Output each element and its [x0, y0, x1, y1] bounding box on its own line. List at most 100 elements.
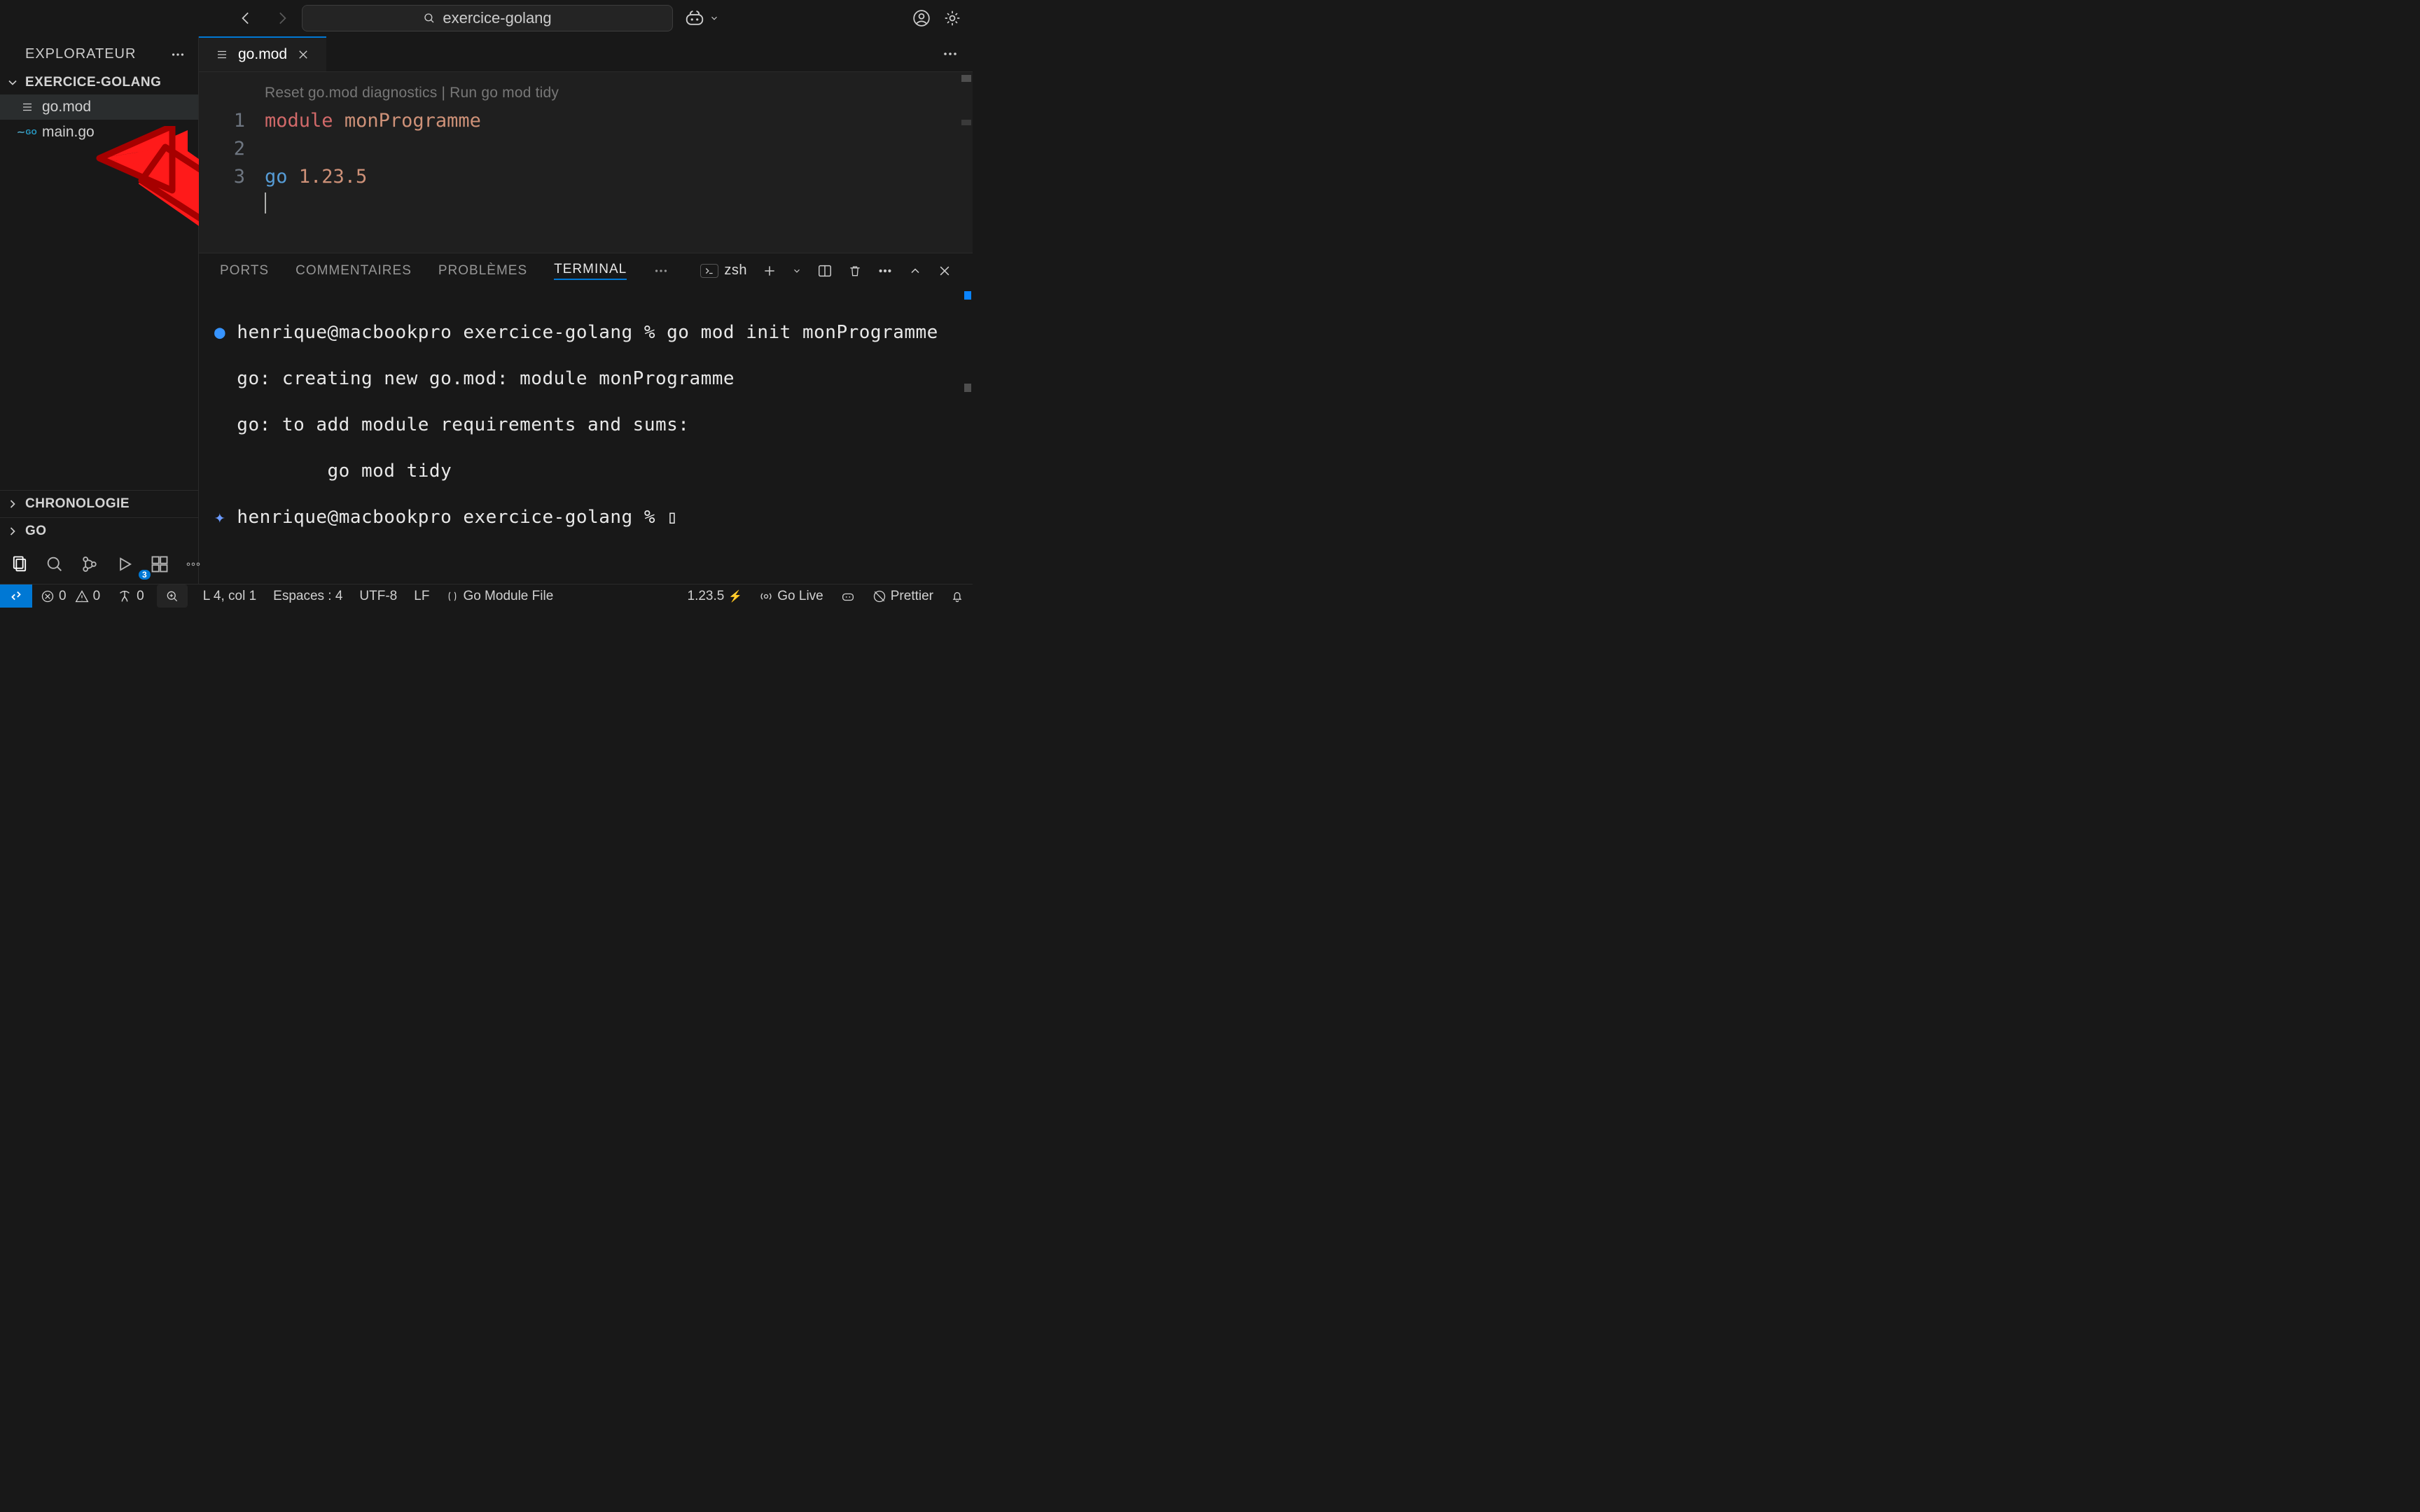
code-line-2: [265, 135, 973, 163]
search-view-icon[interactable]: [45, 554, 64, 574]
terminal-line: go: creating new go.mod: module monProgr…: [214, 368, 957, 391]
terminal-scrollbar[interactable]: [964, 291, 971, 300]
copilot-button[interactable]: [684, 8, 719, 29]
explorer-header: EXPLORATEUR: [0, 36, 198, 71]
sidebar-section-timeline[interactable]: CHRONOLOGIE: [0, 490, 198, 517]
panel-tab-ports[interactable]: PORTS: [220, 263, 269, 279]
terminal-scrollbar-thumb[interactable]: [964, 384, 971, 392]
editor-tabs: go.mod: [199, 36, 973, 71]
panel-tabs: PORTS COMMENTAIRES PROBLÈMES TERMINAL zs…: [199, 253, 973, 288]
workspace-folder-header[interactable]: EXERCICE-GOLANG: [0, 71, 198, 94]
panel-more-icon[interactable]: [653, 263, 669, 279]
file-icon: [20, 101, 35, 113]
panel-tab-problems[interactable]: PROBLÈMES: [438, 263, 527, 279]
terminal-line: ● henrique@macbookpro exercice-golang % …: [214, 321, 957, 344]
sidebar-bottom-sections: CHRONOLOGIE GO: [0, 490, 198, 584]
search-icon: [423, 12, 436, 24]
status-bar: 0 0 0 L 4, col 1 Espaces : 4 UTF-8 LF Go…: [0, 584, 973, 608]
status-errors[interactable]: 0 0: [32, 584, 109, 608]
editor-column: go.mod 1 2 3 Reset go.mod: [199, 36, 973, 584]
bottom-panel: PORTS COMMENTAIRES PROBLÈMES TERMINAL zs…: [199, 253, 973, 584]
close-panel-icon[interactable]: [938, 264, 952, 278]
code-line-4: [265, 191, 973, 219]
panel-more-terminal-icon[interactable]: [877, 263, 893, 279]
kill-terminal-icon[interactable]: [848, 263, 862, 279]
workspace-folder-name: EXERCICE-GOLANG: [25, 75, 161, 90]
status-encoding[interactable]: UTF-8: [351, 584, 405, 608]
sidebar-section-go[interactable]: GO: [0, 517, 198, 545]
line-number: 3: [199, 163, 245, 191]
terminal-output[interactable]: ● henrique@macbookpro exercice-golang % …: [199, 288, 973, 584]
account-icon[interactable]: [912, 9, 931, 27]
nav-forward-button[interactable]: [272, 9, 291, 27]
editor-tab-go-mod[interactable]: go.mod: [199, 36, 326, 71]
terminal-split-dropdown-icon[interactable]: [792, 266, 802, 276]
nav-buttons: [237, 9, 291, 27]
remote-button[interactable]: [0, 584, 32, 608]
panel-tab-comments[interactable]: COMMENTAIRES: [295, 263, 412, 279]
activity-bar-bottom: 3: [0, 545, 198, 584]
status-copilot[interactable]: [832, 584, 864, 608]
line-number: 1: [199, 107, 245, 135]
go-file-icon: ⁓GO: [20, 129, 35, 136]
lightning-icon: ⚡: [728, 589, 742, 603]
explorer-title: EXPLORATEUR: [25, 46, 136, 62]
codelens[interactable]: Reset go.mod diagnostics | Run go mod ti…: [265, 79, 973, 107]
command-center-search[interactable]: exercice-golang: [302, 5, 673, 31]
terminal-shell-name[interactable]: zsh: [700, 262, 747, 279]
file-item-go-mod[interactable]: go.mod: [0, 94, 198, 120]
status-zoom[interactable]: [157, 584, 188, 608]
tab-close-icon[interactable]: [297, 48, 310, 61]
code-line-3: go 1.23.5: [265, 163, 973, 191]
maximize-panel-icon[interactable]: [908, 264, 922, 278]
code-line-1: module monProgramme: [265, 107, 973, 135]
tab-label: go.mod: [238, 46, 287, 63]
file-icon: [216, 48, 228, 61]
settings-gear-icon[interactable]: [943, 9, 961, 27]
titlebar-right: [684, 8, 961, 29]
file-name: go.mod: [42, 99, 91, 115]
new-terminal-icon[interactable]: [763, 264, 777, 278]
explorer-view-icon[interactable]: [10, 554, 29, 574]
code-content[interactable]: Reset go.mod diagnostics | Run go mod ti…: [265, 72, 973, 253]
explorer-more-icon[interactable]: [170, 47, 186, 62]
codelens-tidy[interactable]: Run go mod tidy: [450, 85, 559, 101]
status-notifications-icon[interactable]: [942, 584, 973, 608]
file-item-main-go[interactable]: ⁓GO main.go: [0, 120, 198, 145]
run-debug-icon[interactable]: [115, 554, 134, 574]
main-area: EXPLORATEUR EXERCICE-GOLANG go.mod: [0, 36, 973, 584]
section-label: GO: [25, 524, 47, 539]
minimap[interactable]: [960, 72, 973, 253]
terminal-line: go: to add module requirements and sums:: [214, 414, 957, 437]
file-name: main.go: [42, 124, 95, 141]
section-label: CHRONOLOGIE: [25, 496, 130, 512]
nav-back-button[interactable]: [237, 9, 256, 27]
chevron-down-icon: [6, 76, 20, 90]
status-go-live[interactable]: Go Live: [751, 584, 831, 608]
status-language[interactable]: Go Module File: [438, 584, 562, 608]
codelens-reset[interactable]: Reset go.mod diagnostics: [265, 85, 437, 101]
line-number: 2: [199, 135, 245, 163]
explorer-sidebar: EXPLORATEUR EXERCICE-GOLANG go.mod: [0, 36, 199, 584]
terminal-icon: [700, 264, 718, 278]
chevron-right-icon: [6, 497, 20, 511]
search-text: exercice-golang: [443, 9, 551, 27]
code-editor[interactable]: 1 2 3 Reset go.mod diagnostics | Run go …: [199, 72, 973, 253]
status-right: 1.23.5⚡ Go Live Prettier: [679, 584, 973, 608]
status-prettier[interactable]: Prettier: [864, 584, 942, 608]
chevron-right-icon: [6, 524, 20, 538]
status-indentation[interactable]: Espaces : 4: [265, 584, 351, 608]
line-numbers-gutter: 1 2 3: [199, 72, 265, 253]
status-eol[interactable]: LF: [405, 584, 438, 608]
status-go-version[interactable]: 1.23.5⚡: [679, 584, 751, 608]
status-cursor-position[interactable]: L 4, col 1: [195, 584, 265, 608]
extensions-icon[interactable]: [150, 554, 169, 574]
terminal-line: go mod tidy: [214, 460, 957, 483]
split-terminal-icon[interactable]: [817, 263, 833, 279]
app-root: exercice-golang: [0, 0, 973, 608]
status-ports[interactable]: 0: [109, 584, 153, 608]
terminal-line: ✦ henrique@macbookpro exercice-golang % …: [214, 506, 957, 529]
editor-more-actions[interactable]: [928, 36, 973, 71]
source-control-icon[interactable]: [80, 554, 99, 574]
panel-tab-terminal[interactable]: TERMINAL: [554, 262, 627, 280]
